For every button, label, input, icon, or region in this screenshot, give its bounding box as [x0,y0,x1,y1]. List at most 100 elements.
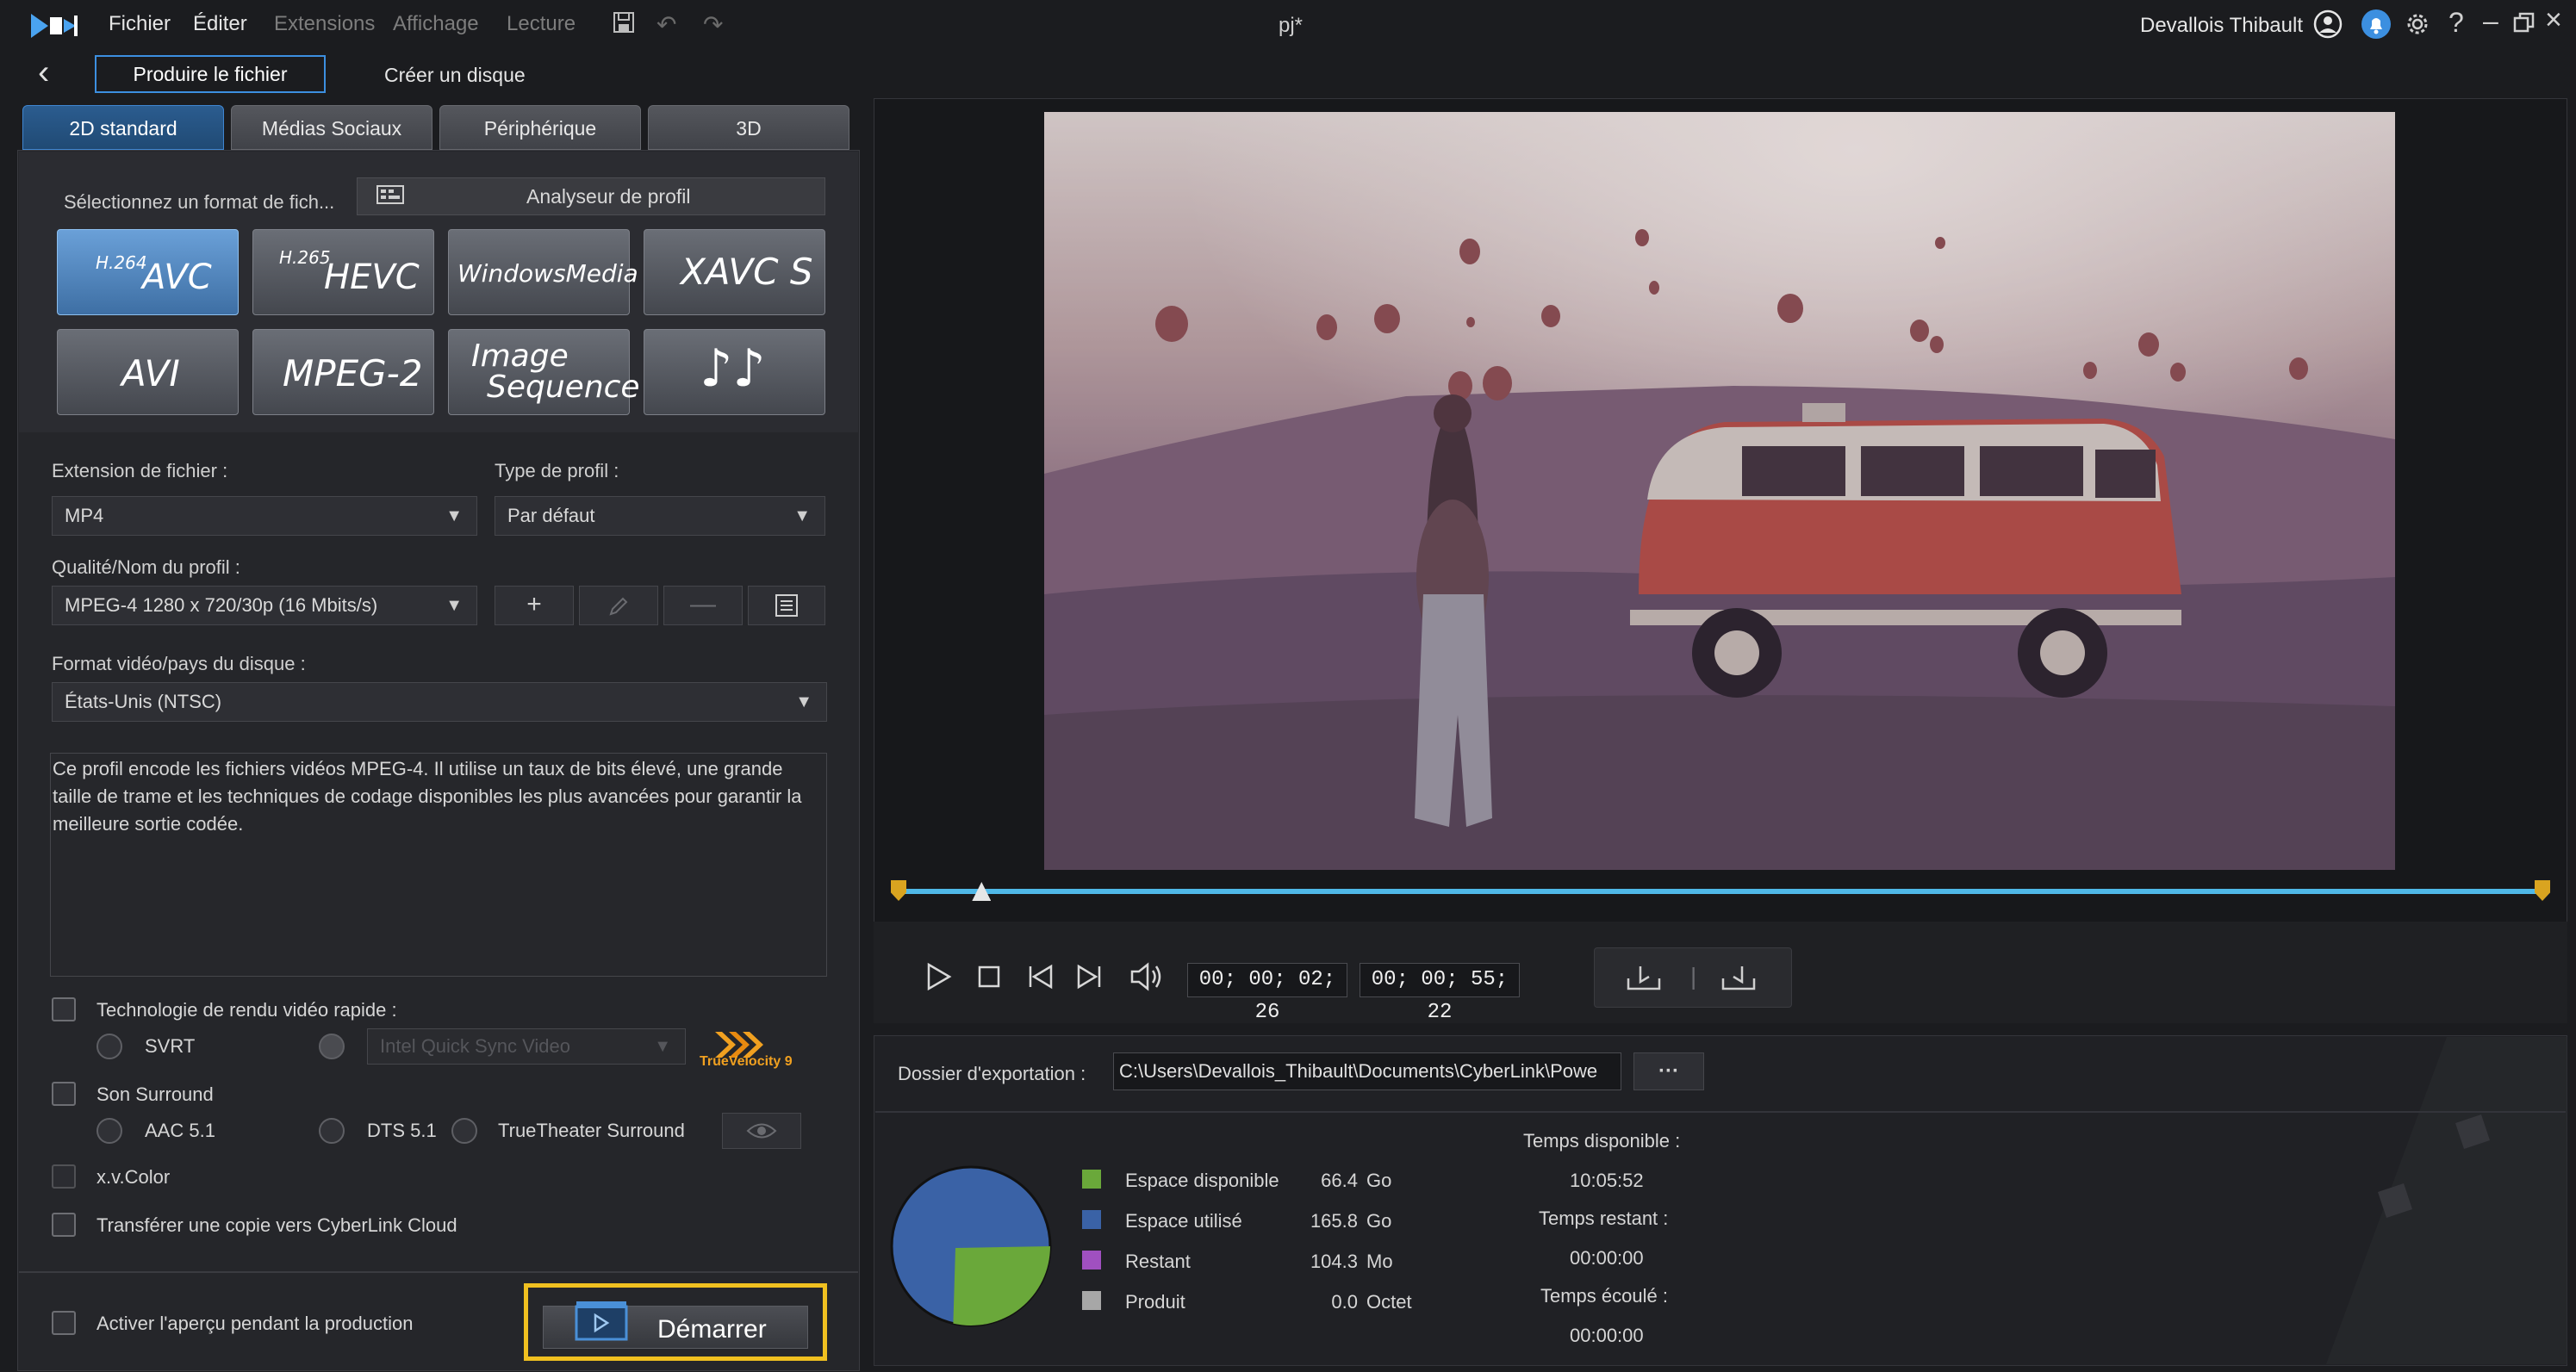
edit-profile-button[interactable] [579,586,658,625]
menu-edit[interactable]: Éditer [193,12,247,36]
aac-radio[interactable] [96,1118,122,1144]
legend-swatch [1082,1291,1101,1310]
legend-row: Espace utilisé 165.8 Go [1082,1208,1470,1234]
volume-icon[interactable] [1129,961,1163,996]
profile-analyzer-button[interactable]: Analyseur de profil [357,177,825,215]
dropdown-arrow-icon: ▼ [795,692,812,711]
start-label: Démarrer [657,1315,767,1344]
dts-radio[interactable] [319,1118,345,1144]
intel-qsv-radio[interactable] [319,1034,345,1059]
preview-label: Activer l'aperçu pendant la production [96,1313,414,1334]
help-icon[interactable]: ? [2448,7,2464,39]
legend-label: Espace disponible [1125,1170,1279,1191]
legend-swatch [1082,1170,1101,1189]
pie-slice-available [953,1246,1050,1325]
tab-social-media[interactable]: Médias Sociaux [231,105,432,150]
format-image-sequence-button[interactable]: Image Sequence [448,329,640,415]
profile-analyzer-label: Analyseur de profil [526,185,691,208]
film-decoration-icon [2326,1037,2567,1364]
delete-profile-button[interactable]: — [663,586,743,625]
file-ext-dropdown[interactable]: MP4 ▼ [52,496,477,536]
disk-legend: Espace disponible 66.4 Go Espace utilisé 165… [1082,1168,1470,1340]
add-profile-button[interactable]: + [495,586,574,625]
export-divider [875,1111,2566,1113]
stop-icon[interactable] [977,965,1001,993]
previous-frame-icon[interactable] [1025,963,1055,995]
minimize-icon[interactable]: – [2483,5,2498,37]
xavc-label: XAVC S [681,251,813,293]
create-disc-tab[interactable]: Créer un disque [384,64,526,87]
legend-row: Espace disponible 66.4 Go [1082,1168,1470,1194]
dropdown-arrow-icon: ▼ [445,596,463,615]
cloud-checkbox[interactable] [52,1213,76,1237]
legend-value: 104.3 [1310,1251,1358,1272]
quality-dropdown[interactable]: MPEG-4 1280 x 720/30p (16 Mbits/s) ▼ [52,586,477,625]
mark-in-icon[interactable] [1625,961,1663,996]
disc-format-dropdown[interactable]: États-Unis (NTSC) ▼ [52,682,827,722]
surround-checkbox[interactable] [52,1082,76,1106]
start-button[interactable]: Démarrer [543,1301,808,1349]
redo-icon[interactable]: ↷ [703,10,723,39]
menu-view[interactable]: Affichage [393,12,479,36]
restore-icon[interactable] [2512,10,2536,39]
save-icon[interactable] [612,10,636,40]
time-available-label: Temps disponible : [1523,1130,1681,1152]
preview-checkbox[interactable] [52,1311,76,1335]
current-timecode[interactable]: 00; 00; 02; 26 [1187,963,1347,1024]
truetheater-radio[interactable] [451,1118,477,1144]
profile-type-dropdown[interactable]: Par défaut ▼ [495,496,825,536]
legend-value: 165.8 [1310,1210,1358,1232]
notification-icon[interactable] [2361,9,2392,44]
timeline-track[interactable] [899,889,2542,894]
mark-out-icon[interactable] [1720,961,1758,996]
hevc-sup-label: H.265 [279,247,331,268]
fast-render-checkbox[interactable] [52,997,76,1021]
quality-value: MPEG-4 1280 x 720/30p (16 Mbits/s) [65,594,378,616]
dropdown-arrow-icon: ▼ [793,506,811,525]
analyzer-icon [376,185,409,212]
tab-2d-standard[interactable]: 2D standard [22,105,224,150]
format-windowsmedia-button[interactable]: WindowsMedia [448,229,638,315]
imgseq-label-2: Sequence [487,369,640,405]
surround-settings-button[interactable] [722,1113,801,1149]
list-icon [775,594,798,617]
menu-playback[interactable]: Lecture [507,12,576,36]
menu-file[interactable]: Fichier [109,12,171,36]
menu-extensions[interactable]: Extensions [274,12,375,36]
user-name: Devallois Thibault [2140,14,2303,37]
wmv-label: WindowsMedia [457,259,638,288]
account-icon[interactable] [2312,9,2343,44]
undo-icon[interactable]: ↶ [656,10,676,39]
close-icon[interactable]: × [2545,3,2562,37]
format-hevc-button[interactable]: H.265 HEVC [252,229,434,315]
legend-unit: Octet [1366,1291,1412,1313]
cloud-label: Transférer une copie vers CyberLink Clou… [96,1214,457,1236]
svrt-radio[interactable] [96,1034,122,1059]
format-mpeg2-button[interactable]: MPEG-2 [252,329,434,415]
xvcolor-checkbox[interactable] [52,1164,76,1189]
format-xavcs-button[interactable]: XAVC S [644,229,825,315]
settings-gear-icon[interactable] [2402,9,2433,44]
format-avc-button[interactable]: H.264 AVC [57,229,239,315]
dropdown-arrow-icon: ▼ [654,1037,671,1056]
tab-3d[interactable]: 3D [648,105,849,150]
eye-icon [746,1123,777,1139]
legend-row: Restant 104.3 Mo [1082,1249,1470,1275]
duration-timecode[interactable]: 00; 00; 55; 22 [1360,963,1520,1024]
intel-qsv-dropdown[interactable]: Intel Quick Sync Video ▼ [367,1028,686,1065]
app-logo-icon [29,12,79,40]
export-folder-input[interactable]: C:\Users\Devallois_Thibault\Documents\Cy… [1113,1052,1621,1090]
format-audio-button[interactable]: ♪♪ [644,329,825,415]
produce-video-icon [575,1300,630,1347]
panel-divider [19,1271,858,1273]
truetheater-label: TrueTheater Surround [498,1120,685,1141]
profile-details-button[interactable] [748,586,825,625]
browse-folder-button[interactable]: ··· [1633,1052,1704,1090]
quality-label: Qualité/Nom du profil : [52,556,240,578]
next-frame-icon[interactable] [1075,963,1104,995]
back-icon[interactable]: ‹ [38,53,49,92]
format-avi-button[interactable]: AVI [57,329,239,415]
tab-device[interactable]: Périphérique [439,105,641,150]
play-icon[interactable] [924,961,953,996]
produce-file-tab[interactable]: Produire le fichier [95,55,326,93]
